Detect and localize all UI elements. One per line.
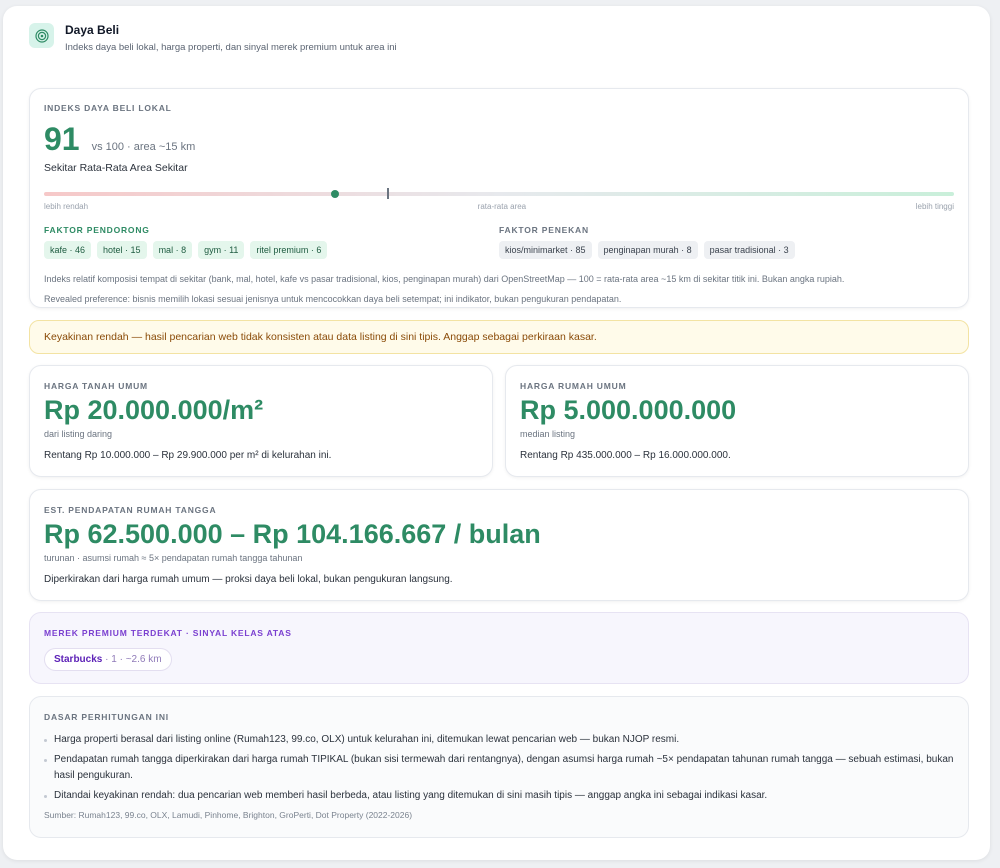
income-label: EST. PENDAPATAN RUMAH TANGGA (44, 505, 217, 515)
factor-chip: penginapan murah · 8 (597, 241, 698, 259)
house-price-label: HARGA RUMAH UMUM (520, 381, 627, 391)
factor-chip: kios/minimarket · 85 (499, 241, 592, 259)
low-confidence-warning: Keyakinan rendah — hasil pencarian web t… (29, 320, 969, 354)
income-assumption: turunan · asumsi rumah ≈ 5× pendapatan r… (44, 553, 303, 563)
list-item: Harga properti berasal dari listing onli… (44, 732, 954, 748)
factor-chip: hotel · 15 (97, 241, 147, 259)
premium-brands-label: MEREK PREMIUM TERDEKAT · SINYAL KELAS AT… (44, 628, 292, 638)
scale-low-label: lebih rendah (44, 202, 89, 211)
factor-chip: gym · 11 (198, 241, 245, 259)
brand-meta: · 1 · ~2.6 km (102, 654, 162, 665)
basis-sources: Sumber: Rumah123, 99.co, OLX, Lamudi, Pi… (44, 810, 413, 820)
household-income-card: EST. PENDAPATAN RUMAH TANGGA Rp 62.500.0… (29, 489, 969, 601)
factor-chip: kafe · 46 (44, 241, 92, 259)
index-comparison: vs 100 · area ~15 km (91, 141, 196, 153)
index-note: Revealed preference: bisnis memilih loka… (44, 294, 622, 305)
suppressors-column: FAKTOR PENEKAN kios/minimarket · 85 pengi… (499, 225, 954, 259)
target-icon (29, 23, 54, 48)
basis-list: Harga properti berasal dari listing onli… (44, 732, 954, 804)
index-level: Sekitar Rata-Rata Area Sekitar (44, 162, 188, 174)
brand-name: Starbucks (54, 654, 103, 665)
factors-section: FAKTOR PENDORONG kafe · 46 hotel · 15 mal … (44, 225, 954, 259)
factor-chip: mal · 8 (152, 241, 193, 259)
house-price-range: Rentang Rp 435.000.000 – Rp 16.000.000.0… (520, 450, 731, 461)
house-price-card: HARGA RUMAH UMUM Rp 5.000.000.000 median… (505, 365, 969, 477)
index-value: 91 (44, 121, 80, 157)
purchasing-power-index-card: INDEKS DAYA BELI LOKAL 91 vs 100 · area … (29, 88, 969, 308)
brand-chip-starbucks[interactable]: Starbucks · 1 · ~2.6 km (44, 648, 172, 671)
calculation-basis-card: DASAR PERHITUNGAN INI Harga properti ber… (29, 696, 969, 838)
land-price-value: Rp 20.000.000/m² (44, 395, 264, 425)
income-description: Diperkirakan dari harga rumah umum — pro… (44, 574, 453, 585)
land-price-source: dari listing daring (44, 429, 113, 439)
land-price-card: HARGA TANAH UMUM Rp 20.000.000/m² dari l… (29, 365, 493, 477)
index-label: INDEKS DAYA BELI LOKAL (44, 103, 172, 113)
index-scale-bar (44, 188, 954, 199)
average-marker (387, 188, 389, 199)
panel-header: Daya Beli Indeks daya beli lokal, harga … (29, 23, 397, 53)
scale-high-label: lebih tinggi (915, 202, 954, 211)
list-item: Pendapatan rumah tangga diperkirakan dar… (44, 752, 954, 784)
list-item: Ditandai keyakinan rendah: dua pencarian… (44, 788, 954, 804)
page-subtitle: Indeks daya beli lokal, harga properti, … (65, 42, 397, 53)
income-value: Rp 62.500.000 – Rp 104.166.667 / bulan (44, 519, 541, 549)
scale-mid-label: rata-rata area (477, 202, 527, 211)
drivers-chips: kafe · 46 hotel · 15 mal · 8 gym · 11 ritel … (44, 241, 499, 259)
index-position-marker (331, 190, 340, 198)
house-price-source: median listing (520, 429, 576, 439)
premium-brands-card: MEREK PREMIUM TERDEKAT · SINYAL KELAS AT… (29, 612, 969, 684)
drivers-label: FAKTOR PENDORONG (44, 225, 150, 235)
land-price-label: HARGA TANAH UMUM (44, 381, 148, 391)
suppressors-label: FAKTOR PENEKAN (499, 225, 589, 235)
house-price-value: Rp 5.000.000.000 (520, 395, 737, 425)
scale-labels: lebih rendah rata-rata area lebih tinggi (44, 202, 954, 211)
drivers-column: FAKTOR PENDORONG kafe · 46 hotel · 15 mal … (44, 225, 499, 259)
page-title: Daya Beli (65, 23, 120, 37)
suppressors-chips: kios/minimarket · 85 penginapan murah · 8… (499, 241, 954, 259)
index-note: Indeks relatif komposisi tempat di sekit… (44, 274, 845, 284)
factor-chip: pasar tradisional · 3 (703, 241, 795, 259)
factor-chip: ritel premium · 6 (250, 241, 328, 259)
land-price-range: Rentang Rp 10.000.000 – Rp 29.900.000 pe… (44, 450, 332, 461)
basis-label: DASAR PERHITUNGAN INI (44, 712, 169, 722)
